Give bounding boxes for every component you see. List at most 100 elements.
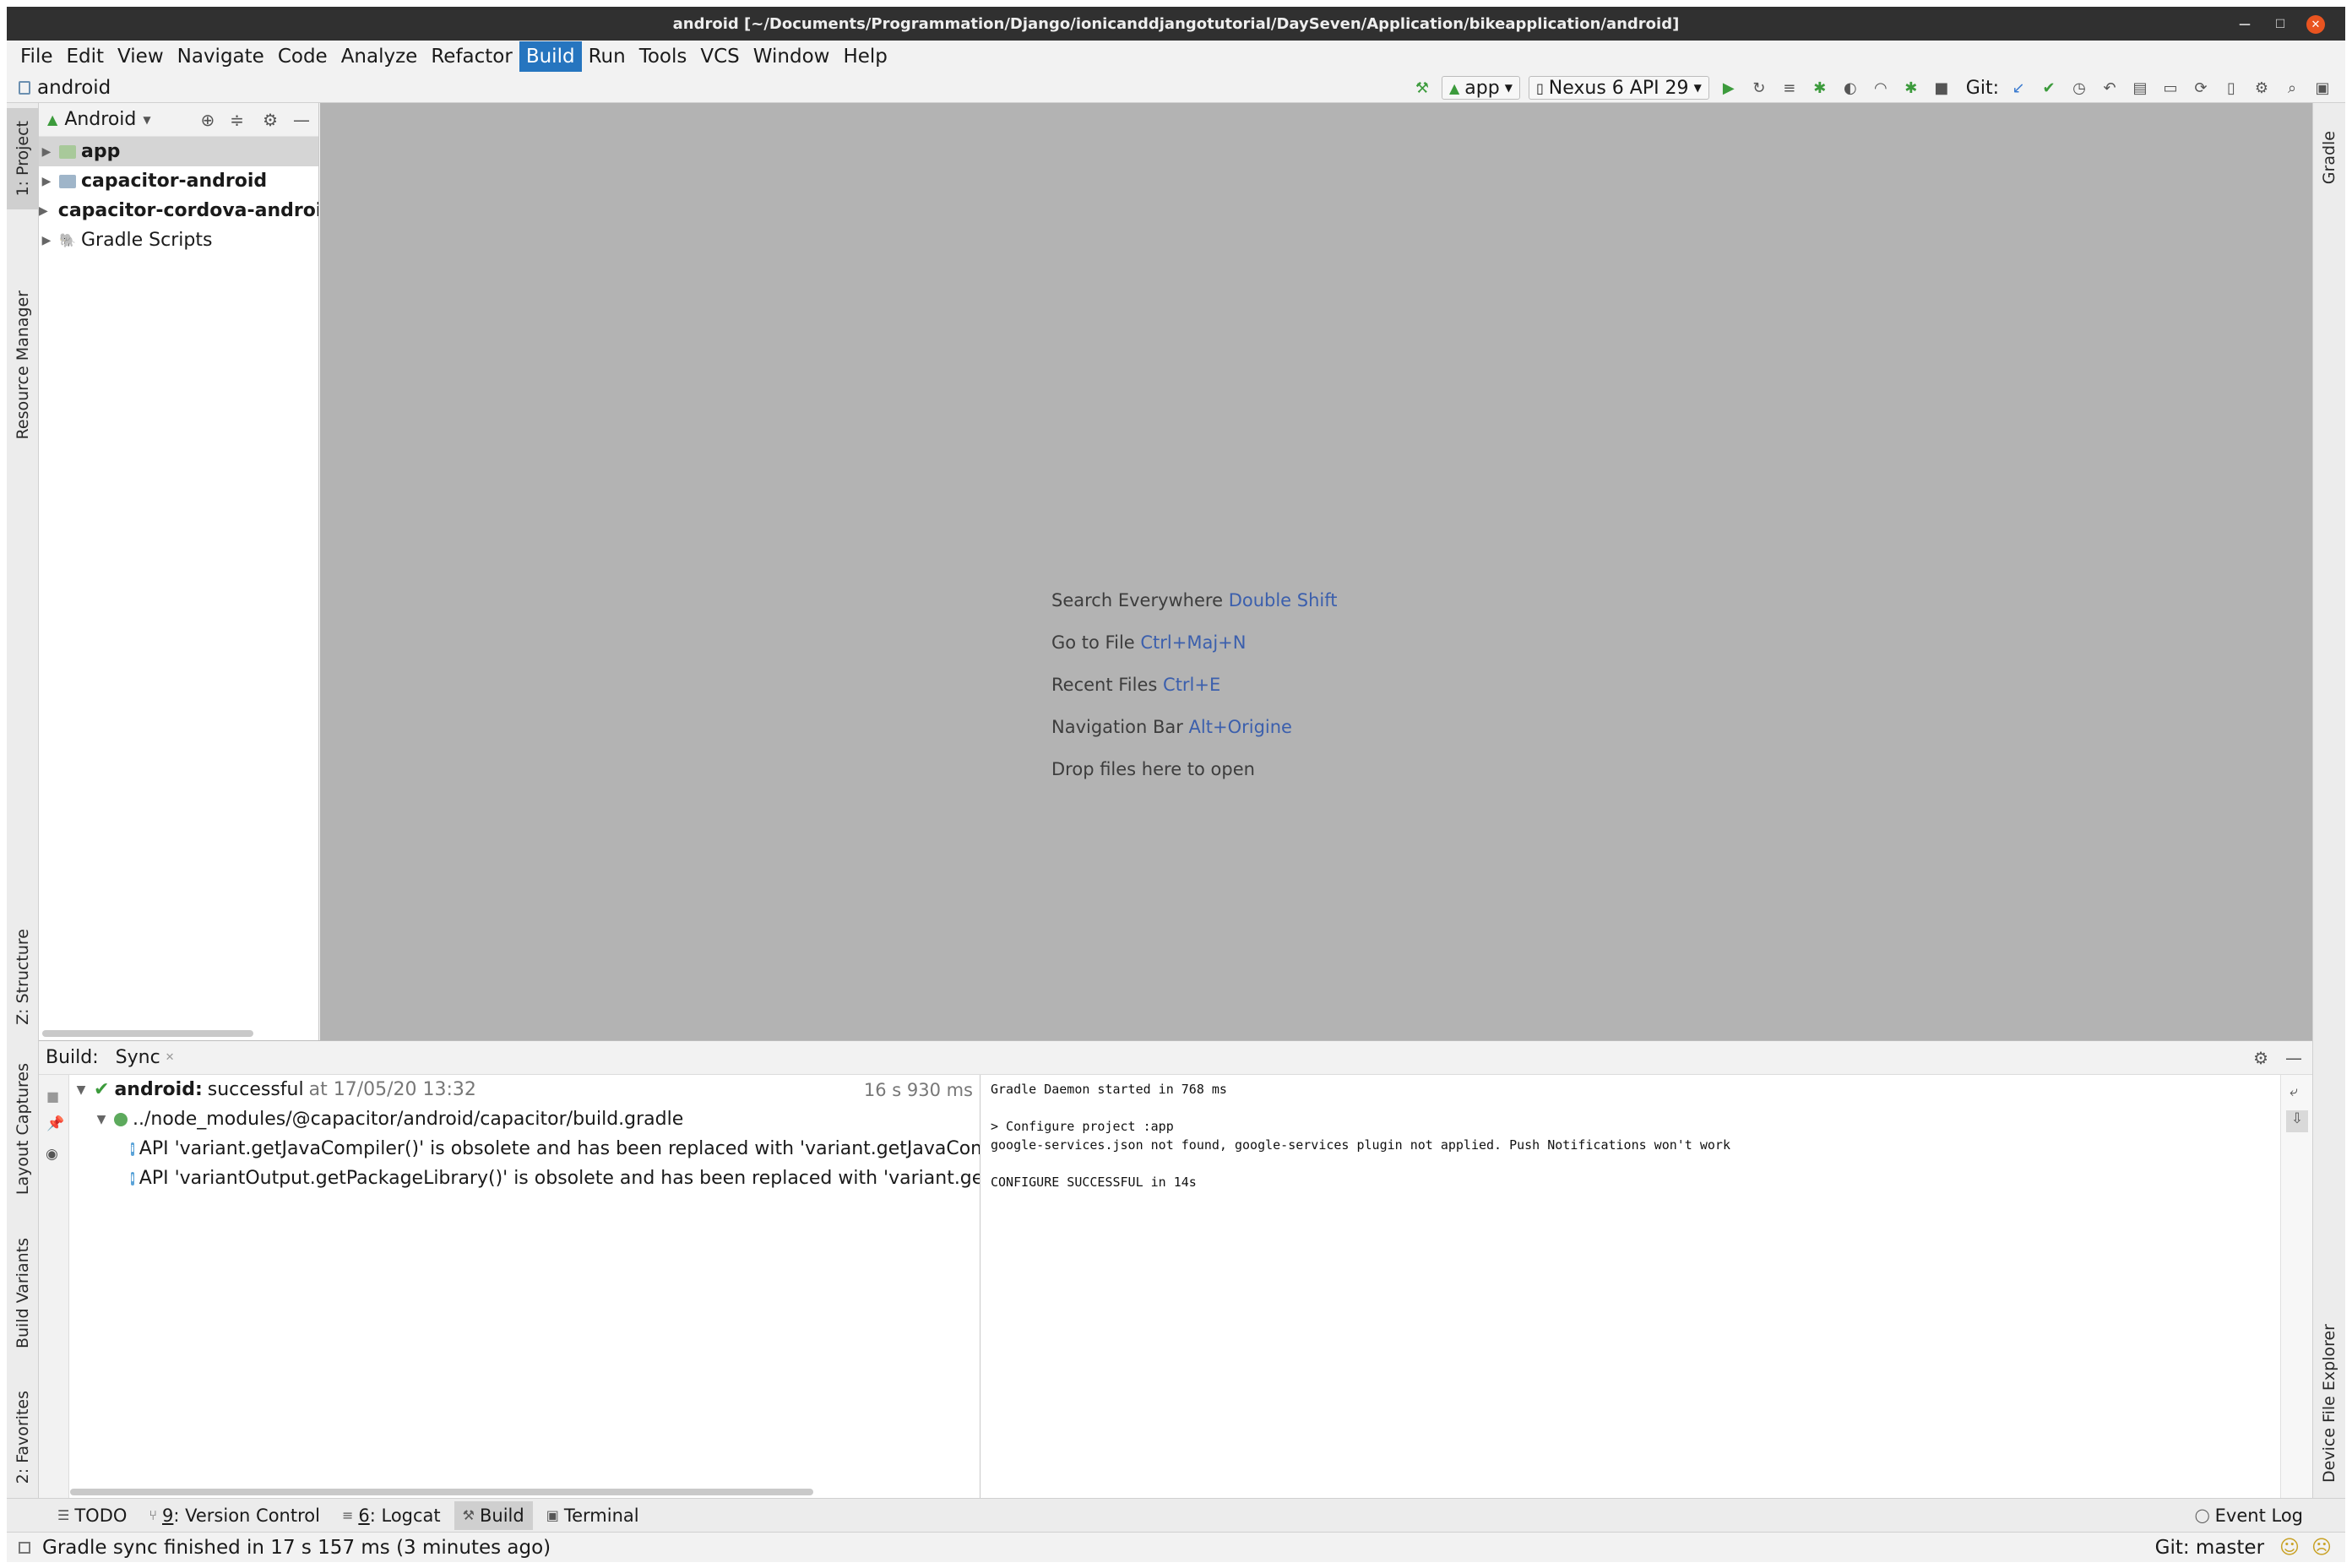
breadcrumb[interactable]: android (7, 77, 111, 99)
menu-tools[interactable]: Tools (633, 41, 694, 72)
left-tool-stripe: 1: Project Resource Manager Z: Structure… (7, 103, 39, 1498)
collapse-all-icon[interactable]: ≑ (230, 110, 244, 130)
menu-help[interactable]: Help (836, 41, 894, 72)
debug-icon[interactable]: ✱ (1809, 77, 1831, 99)
tool-build[interactable]: ⚒ Build (454, 1500, 533, 1530)
project-horizontal-scrollbar[interactable] (42, 1030, 253, 1037)
tree-item-gradle-scripts[interactable]: ▶ 🐘 Gradle Scripts (39, 225, 318, 255)
build-tree-horizontal-scrollbar[interactable] (70, 1489, 813, 1495)
hide-icon[interactable]: — (293, 110, 310, 130)
menu-build[interactable]: Build (519, 41, 582, 72)
expand-arrow-icon[interactable]: ▶ (39, 175, 54, 188)
gradle-file-path: ../node_modules/@capacitor/android/capac… (133, 1109, 684, 1130)
menu-window[interactable]: Window (747, 41, 837, 72)
tab-structure[interactable]: Z: Structure (7, 914, 39, 1040)
info-icon: i (131, 1171, 134, 1185)
editor-empty-area[interactable]: Search Everywhere Double Shift Go to Fil… (320, 103, 2312, 1040)
run-icon[interactable]: ▶ (1718, 77, 1740, 99)
tree-item-capacitor-cordova-android[interactable]: ▶ capacitor-cordova-android-plugins (39, 196, 318, 225)
success-check-icon: ✔ (94, 1079, 110, 1100)
chevron-down-icon[interactable]: ▼ (143, 114, 150, 126)
pin-icon[interactable]: 📌 (46, 1115, 64, 1132)
close-icon[interactable]: ✕ (2306, 15, 2325, 34)
tree-item-app[interactable]: ▶ app (39, 137, 318, 166)
tab-resource-manager[interactable]: Resource Manager (7, 230, 39, 500)
tab-sync[interactable]: Sync ✕ (116, 1047, 175, 1068)
close-tab-icon[interactable]: ✕ (166, 1051, 175, 1064)
tree-item-label: app (81, 141, 121, 162)
gear-icon[interactable]: ⚙ (263, 110, 278, 130)
stop-icon[interactable]: ■ (46, 1088, 59, 1104)
maximize-icon[interactable]: ☐ (2271, 15, 2290, 34)
hide-icon[interactable]: — (2285, 1048, 2302, 1068)
menu-view[interactable]: View (111, 41, 171, 72)
tree-item-label: capacitor-android (81, 171, 268, 192)
menu-code[interactable]: Code (271, 41, 334, 72)
search-icon[interactable]: ⌕ (2281, 77, 2303, 99)
tool-logcat[interactable]: ≡ 6: Logcat (334, 1501, 449, 1530)
tool-version-control[interactable]: ⑂ 9: Version Control (140, 1501, 329, 1530)
menu-edit[interactable]: Edit (60, 41, 111, 72)
build-warning-row[interactable]: i API 'variant.getJavaCompiler()' is obs… (70, 1134, 980, 1164)
apply-code-changes-icon[interactable]: ≡ (1779, 77, 1801, 99)
build-gradle-file-row[interactable]: ▼ ../node_modules/@capacitor/android/cap… (70, 1104, 980, 1134)
collapse-arrow-icon[interactable]: ▼ (73, 1083, 89, 1097)
menu-navigate[interactable]: Navigate (171, 41, 271, 72)
run-config-select[interactable]: ▲ app ▼ (1441, 76, 1520, 100)
build-root-row[interactable]: ▼ ✔ android: successful at 17/05/20 13:3… (70, 1075, 980, 1104)
window-controls: — ☐ ✕ (2235, 15, 2325, 34)
eye-icon[interactable]: ◉ (46, 1146, 58, 1163)
tab-build-variants[interactable]: Build Variants (7, 1226, 39, 1361)
smiley-icon[interactable]: ☺ (2279, 1537, 2300, 1559)
coverage-icon[interactable]: ◐ (1839, 77, 1861, 99)
tool-todo[interactable]: ☰ TODO (49, 1501, 135, 1530)
minimize-icon[interactable]: — (2235, 15, 2254, 34)
layout-inspector-icon[interactable]: ⚙ (2251, 77, 2273, 99)
expand-arrow-icon[interactable]: ▶ (39, 204, 48, 218)
apply-changes-icon[interactable]: ↻ (1748, 77, 1770, 99)
gear-icon[interactable]: ⚙ (2253, 1048, 2268, 1068)
tool-terminal[interactable]: ▣ Terminal (538, 1501, 648, 1530)
vcs-update-icon[interactable]: ↙ (2007, 77, 2029, 99)
menu-run[interactable]: Run (582, 41, 633, 72)
sdk-manager-icon[interactable]: ▭ (2159, 77, 2181, 99)
attach-debugger-icon[interactable]: ✱ (1900, 77, 1922, 99)
status-message[interactable]: Gradle sync finished in 17 s 157 ms (3 m… (42, 1537, 551, 1559)
tab-project[interactable]: 1: Project (7, 108, 39, 209)
tree-item-capacitor-android[interactable]: ▶ capacitor-android (39, 166, 318, 196)
sync-gradle-icon[interactable]: ⟳ (2190, 77, 2212, 99)
status-toggle-icon[interactable] (19, 1541, 30, 1554)
expand-arrow-icon[interactable]: ▶ (39, 234, 54, 247)
expand-arrow-icon[interactable]: ▶ (39, 145, 54, 159)
profile-icon[interactable]: ◠ (1870, 77, 1892, 99)
vcs-commit-icon[interactable]: ✔ (2038, 77, 2060, 99)
make-project-icon[interactable]: ⚒ (1411, 77, 1433, 99)
tab-favorites[interactable]: 2: Favorites (7, 1378, 39, 1496)
device-select[interactable]: ▯ Nexus 6 API 29 ▼ (1528, 76, 1709, 100)
tab-gradle[interactable]: Gradle (2313, 111, 2345, 204)
build-console-output[interactable]: Gradle Daemon started in 768 ms > Config… (980, 1075, 2280, 1499)
soft-wrap-icon[interactable]: ⤶ (2290, 1083, 2298, 1100)
menu-refactor[interactable]: Refactor (424, 41, 519, 72)
frown-icon[interactable]: ☹ (2311, 1537, 2332, 1559)
ide-status-icon[interactable]: ▣ (2311, 77, 2333, 99)
tab-device-file-explorer[interactable]: Device File Explorer (2313, 1310, 2345, 1496)
menu-vcs[interactable]: VCS (693, 41, 746, 72)
vcs-rollback-icon[interactable]: ↶ (2099, 77, 2121, 99)
collapse-arrow-icon[interactable]: ▼ (94, 1113, 109, 1126)
menu-analyze[interactable]: Analyze (334, 41, 425, 72)
avd-manager-icon[interactable]: ▯ (2220, 77, 2242, 99)
project-structure-icon[interactable]: ▤ (2129, 77, 2151, 99)
build-duration: 16 s 930 ms (863, 1079, 973, 1100)
view-mode-select[interactable]: Android (64, 109, 136, 130)
locate-icon[interactable]: ⊕ (201, 110, 215, 130)
build-warning-row[interactable]: i API 'variantOutput.getPackageLibrary()… (70, 1164, 980, 1193)
git-branch-widget[interactable]: Git: master (2155, 1537, 2264, 1559)
tab-layout-captures[interactable]: Layout Captures (7, 1057, 39, 1201)
stop-icon[interactable]: ■ (1931, 77, 1953, 99)
vcs-history-icon[interactable]: ◷ (2068, 77, 2090, 99)
library-folder-icon (59, 174, 76, 188)
tool-event-log[interactable]: ◯ Event Log (2186, 1501, 2311, 1530)
menu-file[interactable]: File (14, 41, 60, 72)
scroll-to-end-icon[interactable]: ⇩ (2286, 1110, 2308, 1132)
